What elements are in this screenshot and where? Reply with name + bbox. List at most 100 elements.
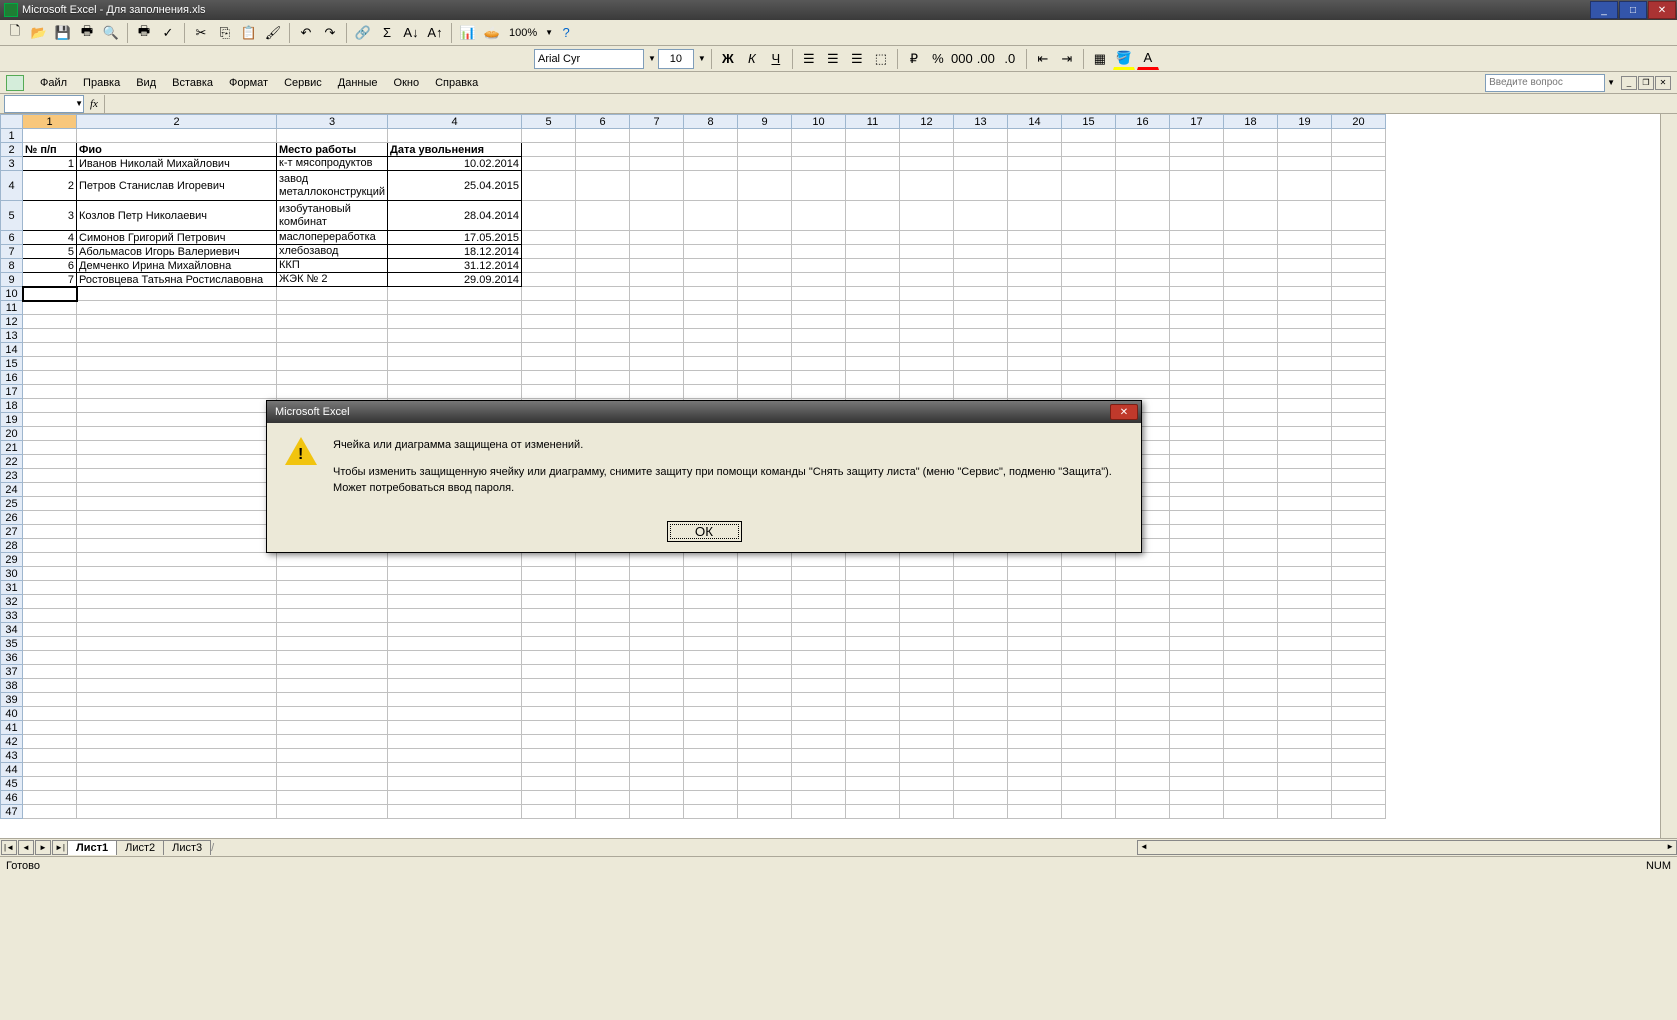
cell[interactable] [1224,441,1278,455]
cell[interactable] [738,357,792,371]
open-file-icon[interactable]: 📂 [28,22,50,44]
hyperlink-icon[interactable]: 🔗 [352,22,374,44]
cell[interactable] [277,735,388,749]
menu-edit[interactable]: Правка [75,75,128,91]
cell[interactable] [954,129,1008,143]
cell[interactable] [1332,651,1386,665]
cell[interactable] [1224,749,1278,763]
row-header[interactable]: 20 [1,427,23,441]
cell[interactable] [522,201,576,231]
cell[interactable] [1332,679,1386,693]
cell[interactable] [23,679,77,693]
cell[interactable] [1170,483,1224,497]
cell[interactable] [23,553,77,567]
cell[interactable] [1278,413,1332,427]
cell[interactable] [1224,343,1278,357]
cell[interactable] [277,693,388,707]
cell[interactable] [738,707,792,721]
cell[interactable] [738,623,792,637]
cell[interactable] [388,651,522,665]
cell[interactable] [1062,609,1116,623]
cell[interactable] [954,791,1008,805]
cell[interactable] [684,805,738,819]
cell[interactable] [846,581,900,595]
cell[interactable] [576,581,630,595]
cell[interactable] [576,679,630,693]
cell[interactable] [1008,385,1062,399]
prev-sheet-button[interactable]: ◄ [18,840,34,855]
cell[interactable] [1062,651,1116,665]
cell[interactable] [630,651,684,665]
increase-indent-icon[interactable]: ⇥ [1056,48,1078,70]
print-icon[interactable]: 🖶 [76,22,98,44]
cell[interactable] [684,385,738,399]
cell[interactable] [522,371,576,385]
dialog-ok-button[interactable]: ОК [667,521,742,542]
cell[interactable] [684,623,738,637]
cell[interactable] [1332,441,1386,455]
cell[interactable] [1224,511,1278,525]
cell[interactable] [522,287,576,301]
cell[interactable] [388,749,522,763]
cell[interactable] [1062,315,1116,329]
cell[interactable] [792,609,846,623]
cell[interactable] [522,143,576,157]
border-icon[interactable]: ▦ [1089,48,1111,70]
cell[interactable] [792,245,846,259]
cell[interactable] [954,157,1008,171]
cell[interactable] [388,763,522,777]
cell[interactable] [792,287,846,301]
cell[interactable] [522,171,576,201]
cell[interactable] [1062,693,1116,707]
cell[interactable] [792,679,846,693]
cell[interactable] [630,273,684,287]
cell[interactable] [900,679,954,693]
cell[interactable] [1116,721,1170,735]
cell[interactable] [1278,791,1332,805]
cell[interactable] [954,143,1008,157]
mdi-restore-button[interactable]: ❐ [1638,76,1654,90]
cell[interactable]: № п/п [23,143,77,157]
cell[interactable] [1224,259,1278,273]
cell[interactable] [684,595,738,609]
cell[interactable] [630,721,684,735]
cell[interactable] [1332,259,1386,273]
cell[interactable] [900,231,954,245]
cell[interactable] [23,581,77,595]
cell[interactable] [1170,553,1224,567]
cell[interactable] [1170,679,1224,693]
cell[interactable] [1278,721,1332,735]
cell[interactable] [1332,553,1386,567]
cell[interactable] [576,385,630,399]
cell[interactable] [900,245,954,259]
cell[interactable] [77,129,277,143]
cell[interactable] [792,171,846,201]
cell[interactable] [1278,245,1332,259]
row-header[interactable]: 32 [1,595,23,609]
cell[interactable] [738,315,792,329]
cell[interactable] [277,553,388,567]
row-header[interactable]: 23 [1,469,23,483]
cell[interactable] [1278,201,1332,231]
cell[interactable] [277,623,388,637]
row-header[interactable]: 36 [1,651,23,665]
cell[interactable] [1332,497,1386,511]
cell[interactable] [1008,651,1062,665]
cell[interactable] [1116,357,1170,371]
cell[interactable] [23,763,77,777]
cell[interactable] [684,143,738,157]
cell[interactable] [576,273,630,287]
cell[interactable] [1062,749,1116,763]
cell[interactable] [23,805,77,819]
cell[interactable] [522,553,576,567]
cell[interactable] [77,791,277,805]
cell[interactable] [684,171,738,201]
menu-data[interactable]: Данные [330,75,386,91]
cell[interactable] [77,553,277,567]
cell[interactable]: 18.12.2014 [388,245,522,259]
underline-icon[interactable]: Ч [765,48,787,70]
cell[interactable] [522,245,576,259]
undo-icon[interactable]: ↶ [295,22,317,44]
cell[interactable] [738,301,792,315]
cell[interactable] [77,665,277,679]
